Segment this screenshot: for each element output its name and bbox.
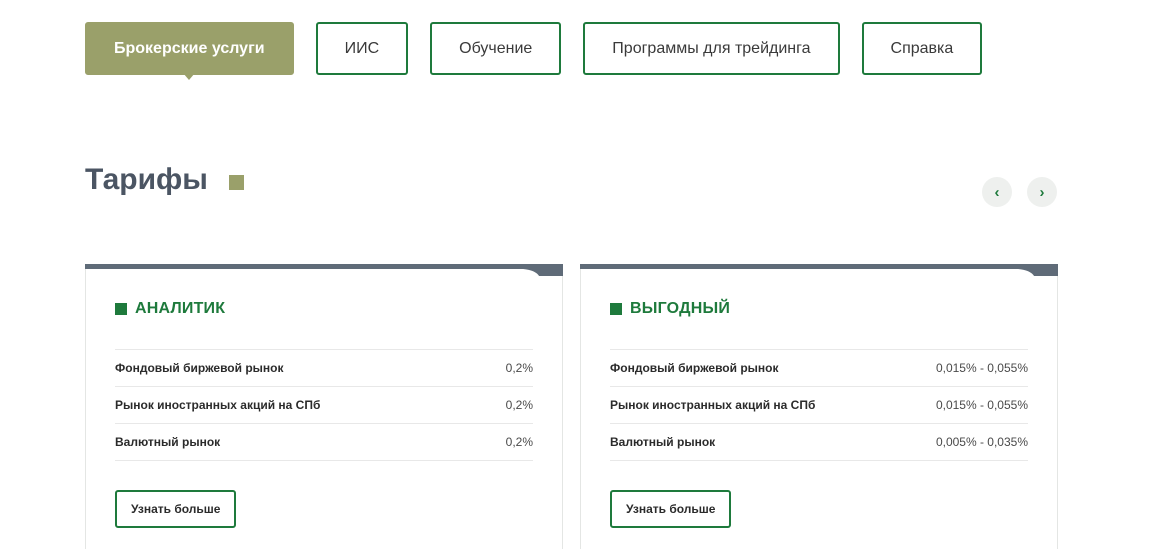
square-bullet-icon xyxy=(610,303,622,315)
table-row: Фондовый биржевой рынок 0,2% xyxy=(115,350,533,387)
chevron-right-icon: › xyxy=(1039,183,1045,201)
tab-iis[interactable]: ИИС xyxy=(315,22,409,75)
learn-more-button[interactable]: Узнать больше xyxy=(115,490,237,528)
table-row: Валютный рынок 0,2% xyxy=(115,424,533,461)
tab-education[interactable]: Обучение xyxy=(430,22,562,75)
square-accent-icon xyxy=(228,174,244,190)
learn-more-button[interactable]: Узнать больше xyxy=(610,490,732,528)
tariff-card-analyst: АНАЛИТИК Фондовый биржевой рынок 0,2% Ры… xyxy=(85,264,563,549)
tab-brokerage[interactable]: Брокерские услуги xyxy=(85,22,294,80)
carousel-prev-button[interactable]: ‹ xyxy=(982,177,1012,207)
tariff-table: Фондовый биржевой рынок 0,015% - 0,055% … xyxy=(610,349,1028,461)
chevron-left-icon: ‹ xyxy=(994,183,1000,201)
card-title: АНАЛИТИК xyxy=(115,300,225,318)
table-row: Валютный рынок 0,005% - 0,035% xyxy=(610,424,1028,461)
tariff-table: Фондовый биржевой рынок 0,2% Рынок иност… xyxy=(115,349,533,461)
table-row: Рынок иностранных акций на СПб 0,015% - … xyxy=(610,387,1028,424)
carousel-next-button[interactable]: › xyxy=(1027,177,1057,207)
tariff-card-profitable: ВЫГОДНЫЙ Фондовый биржевой рынок 0,015% … xyxy=(580,264,1058,549)
table-row: Фондовый биржевой рынок 0,015% - 0,055% xyxy=(610,350,1028,387)
tab-bar: Брокерские услуги ИИС Обучение Программы… xyxy=(85,22,983,80)
card-top-bar xyxy=(85,264,563,276)
tab-trading-programs[interactable]: Программы для трейдинга xyxy=(583,22,840,75)
page-title: Тарифы xyxy=(85,163,208,196)
card-top-bar xyxy=(580,264,1058,276)
tab-help[interactable]: Справка xyxy=(861,22,983,75)
section-header: Тарифы xyxy=(85,163,244,197)
table-row: Рынок иностранных акций на СПб 0,2% xyxy=(115,387,533,424)
square-bullet-icon xyxy=(115,303,127,315)
card-title: ВЫГОДНЫЙ xyxy=(610,300,730,318)
